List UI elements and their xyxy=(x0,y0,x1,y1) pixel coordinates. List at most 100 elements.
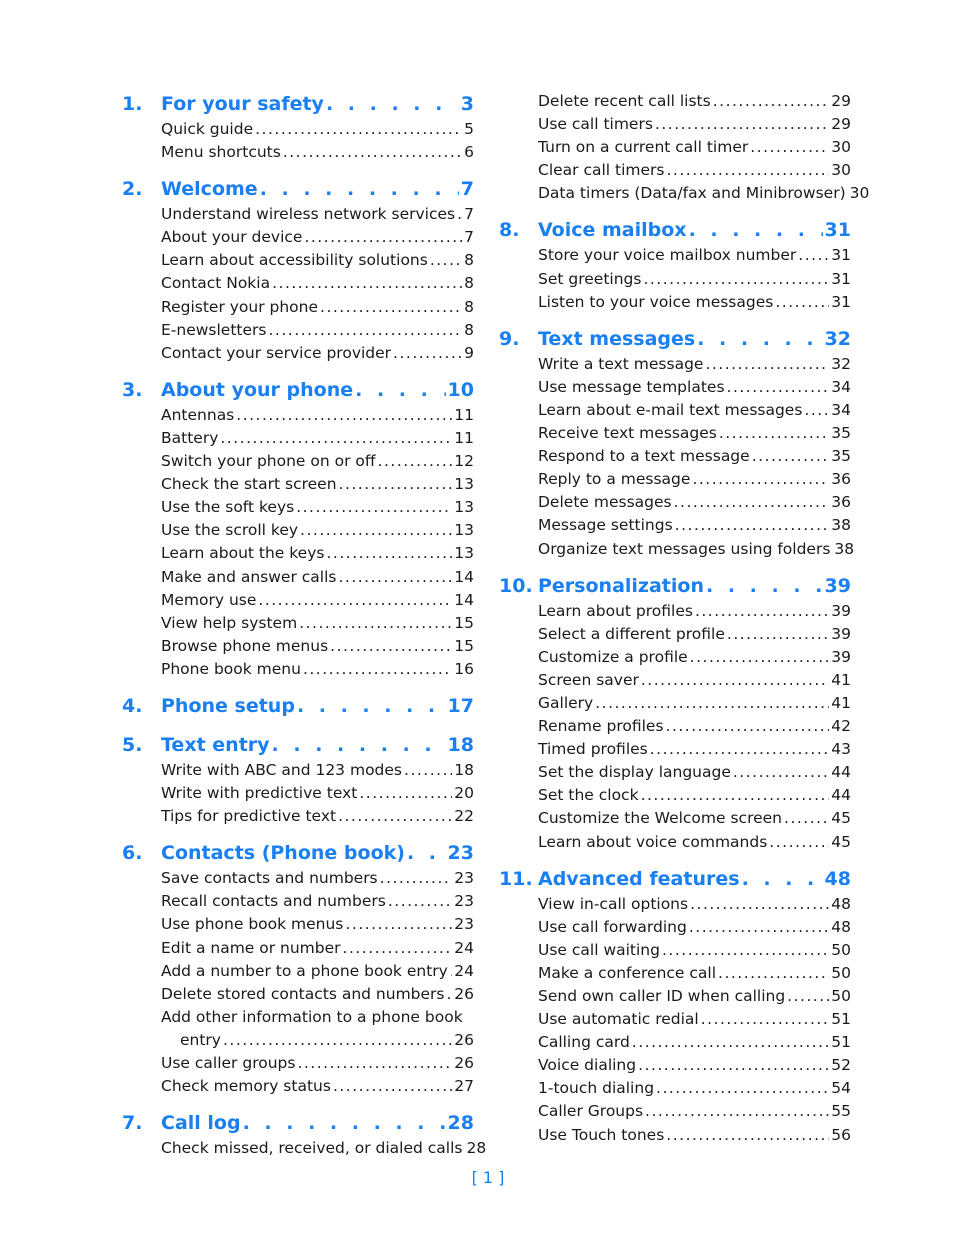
toc-entry[interactable]: Add other information to a phone book xyxy=(122,1006,474,1029)
toc-entry[interactable]: Edit a name or number 24 xyxy=(122,937,474,960)
entry-title: Screen saver xyxy=(538,670,639,689)
toc-entry[interactable]: Use Touch tones 56 xyxy=(499,1124,851,1147)
chapter-heading[interactable]: 3. About your phone 10 xyxy=(122,376,474,404)
toc-entry[interactable]: Message settings 38 xyxy=(499,514,851,537)
toc-entry[interactable]: Phone book menu 16 xyxy=(122,658,474,681)
toc-entry[interactable]: Make a conference call 50 xyxy=(499,962,851,985)
toc-entry[interactable]: View help system 15 xyxy=(122,612,474,635)
dot-leader xyxy=(258,589,452,612)
chapter-page-number: 18 xyxy=(447,733,474,756)
toc-entry[interactable]: 1-touch dialing 54 xyxy=(499,1077,851,1100)
toc-entry[interactable]: Organize text messages using folders 38 xyxy=(499,538,854,561)
toc-entry[interactable]: Understand wireless network services 7 xyxy=(122,203,474,226)
toc-entry[interactable]: Learn about profiles 39 xyxy=(499,600,851,623)
toc-entry[interactable]: Battery 11 xyxy=(122,427,474,450)
toc-entry[interactable]: Caller Groups 55 xyxy=(499,1100,851,1123)
toc-entry[interactable]: About your device 7 xyxy=(122,226,474,249)
toc-entry[interactable]: Data timers (Data/fax and Minibrowser) 30 xyxy=(499,182,869,205)
toc-entry[interactable]: Voice dialing 52 xyxy=(499,1054,851,1077)
chapter-heading[interactable]: 5. Text entry 18 xyxy=(122,731,474,759)
toc-entry[interactable]: Use message templates 34 xyxy=(499,376,851,399)
chapter-heading[interactable]: 8. Voice mailbox 31 xyxy=(499,216,851,244)
toc-entry[interactable]: Quick guide 5 xyxy=(122,118,474,141)
toc-entry[interactable]: Write a text message 32 xyxy=(499,353,851,376)
dot-leader xyxy=(326,542,452,565)
toc-entry[interactable]: Write with ABC and 123 modes 18 xyxy=(122,759,474,782)
toc-entry[interactable]: Use caller groups 26 xyxy=(122,1052,474,1075)
toc-entry[interactable]: Store your voice mailbox number 31 xyxy=(499,244,851,267)
toc-entry[interactable]: Contact Nokia 8 xyxy=(122,272,474,295)
chapter-heading[interactable]: 9. Text messages 32 xyxy=(499,325,851,353)
toc-entry[interactable]: Tips for predictive text 22 xyxy=(122,805,474,828)
toc-entry[interactable]: Use phone book menus 23 xyxy=(122,913,474,936)
toc-entry[interactable]: View in-call options 48 xyxy=(499,893,851,916)
toc-entry[interactable]: Use the soft keys 13 xyxy=(122,496,474,519)
dot-leader xyxy=(784,807,829,830)
toc-entry[interactable]: Set the clock 44 xyxy=(499,784,851,807)
chapter-heading[interactable]: 11.Advanced features 48 xyxy=(499,865,851,893)
toc-entry[interactable]: E-newsletters 8 xyxy=(122,319,474,342)
toc-entry[interactable]: Customize the Welcome screen 45 xyxy=(499,807,851,830)
toc-entry[interactable]: Check memory status 27 xyxy=(122,1075,474,1098)
toc-entry[interactable]: Learn about e-mail text messages 34 xyxy=(499,399,851,422)
chapter-heading[interactable]: 2. Welcome 7 xyxy=(122,175,474,203)
chapter-heading[interactable]: 1. For your safety 3 xyxy=(122,90,474,118)
toc-entry[interactable]: Antennas 11 xyxy=(122,404,474,427)
toc-entry[interactable]: Delete messages 36 xyxy=(499,491,851,514)
entry-page-number: 29 xyxy=(831,115,851,134)
toc-entry[interactable]: Contact your service provider 9 xyxy=(122,342,474,365)
toc-entry[interactable]: Delete stored contacts and numbers 26 xyxy=(122,983,474,1006)
toc-entry[interactable]: Write with predictive text 20 xyxy=(122,782,474,805)
toc-entry[interactable]: Menu shortcuts 6 xyxy=(122,141,474,164)
toc-entry[interactable]: Check missed, received, or dialed calls 2… xyxy=(122,1137,486,1160)
toc-entry[interactable]: Delete recent call lists 29 xyxy=(499,90,851,113)
chapter-heading[interactable]: 6. Contacts (Phone book) 23 xyxy=(122,839,474,867)
toc-entry[interactable]: Customize a profile 39 xyxy=(499,646,851,669)
toc-entry[interactable]: Calling card 51 xyxy=(499,1031,851,1054)
toc-entry[interactable]: Screen saver 41 xyxy=(499,669,851,692)
toc-entry[interactable]: Gallery 41 xyxy=(499,692,851,715)
toc-entry[interactable]: Use call waiting 50 xyxy=(499,939,851,962)
toc-entry[interactable]: Use automatic redial 51 xyxy=(499,1008,851,1031)
toc-entry[interactable]: Switch your phone on or off 12 xyxy=(122,450,474,473)
toc-entry[interactable]: Check the start screen 13 xyxy=(122,473,474,496)
entry-title: Voice dialing xyxy=(538,1056,637,1075)
entry-title: Customize the Welcome screen xyxy=(538,809,783,828)
toc-entry[interactable]: Send own caller ID when calling 50 xyxy=(499,985,851,1008)
toc-entry[interactable]: Learn about accessibility solutions 8 xyxy=(122,249,474,272)
toc-entry[interactable]: Recall contacts and numbers 23 xyxy=(122,890,474,913)
toc-entry[interactable]: Save contacts and numbers 23 xyxy=(122,867,474,890)
toc-chapter: 7.Call log28Check missed, received, or d… xyxy=(122,1109,486,1160)
toc-entry[interactable]: Receive text messages 35 xyxy=(499,422,851,445)
toc-entry[interactable]: Learn about the keys 13 xyxy=(122,542,474,565)
entry-title: Timed profiles xyxy=(538,740,648,759)
toc-entry[interactable]: Respond to a text message 35 xyxy=(499,445,851,468)
toc-entry[interactable]: Memory use 14 xyxy=(122,589,474,612)
toc-entry[interactable]: Use the scroll key 13 xyxy=(122,519,474,542)
toc-entry[interactable]: Register your phone 8 xyxy=(122,296,474,319)
chapter-number: 7. xyxy=(122,1112,143,1135)
toc-entry[interactable]: Timed profiles 43 xyxy=(499,738,851,761)
toc-entry[interactable]: Listen to your voice messages 31 xyxy=(499,291,851,314)
toc-entry[interactable]: Make and answer calls 14 xyxy=(122,566,474,589)
chapter-heading[interactable]: 7. Call log 28 xyxy=(122,1109,474,1137)
toc-entry[interactable]: Set greetings 31 xyxy=(499,268,851,291)
entry-title: Set the display language xyxy=(538,763,731,782)
toc-entry[interactable]: Use call forwarding 48 xyxy=(499,916,851,939)
toc-entry[interactable]: Browse phone menus 15 xyxy=(122,635,474,658)
chapter-heading[interactable]: 10.Personalization 39 xyxy=(499,572,851,600)
dot-leader xyxy=(804,399,829,422)
toc-entry[interactable]: Rename profiles 42 xyxy=(499,715,851,738)
toc-entry-continuation[interactable]: entry 26 xyxy=(122,1029,474,1052)
chapter-page-number: 32 xyxy=(824,327,851,350)
toc-entry[interactable]: Select a different profile 39 xyxy=(499,623,851,646)
toc-entry[interactable]: Set the display language 44 xyxy=(499,761,851,784)
chapter-heading[interactable]: 4. Phone setup 17 xyxy=(122,692,474,720)
toc-entry[interactable]: Add a number to a phone book entry 24 xyxy=(122,960,474,983)
toc-entry[interactable]: Clear call timers 30 xyxy=(499,159,851,182)
toc-entry[interactable]: Use call timers 29 xyxy=(499,113,851,136)
toc-entry[interactable]: Learn about voice commands 45 xyxy=(499,831,851,854)
toc-entry[interactable]: Reply to a message 36 xyxy=(499,468,851,491)
toc-entry[interactable]: Turn on a current call timer 30 xyxy=(499,136,851,159)
dot-leader xyxy=(695,600,829,623)
